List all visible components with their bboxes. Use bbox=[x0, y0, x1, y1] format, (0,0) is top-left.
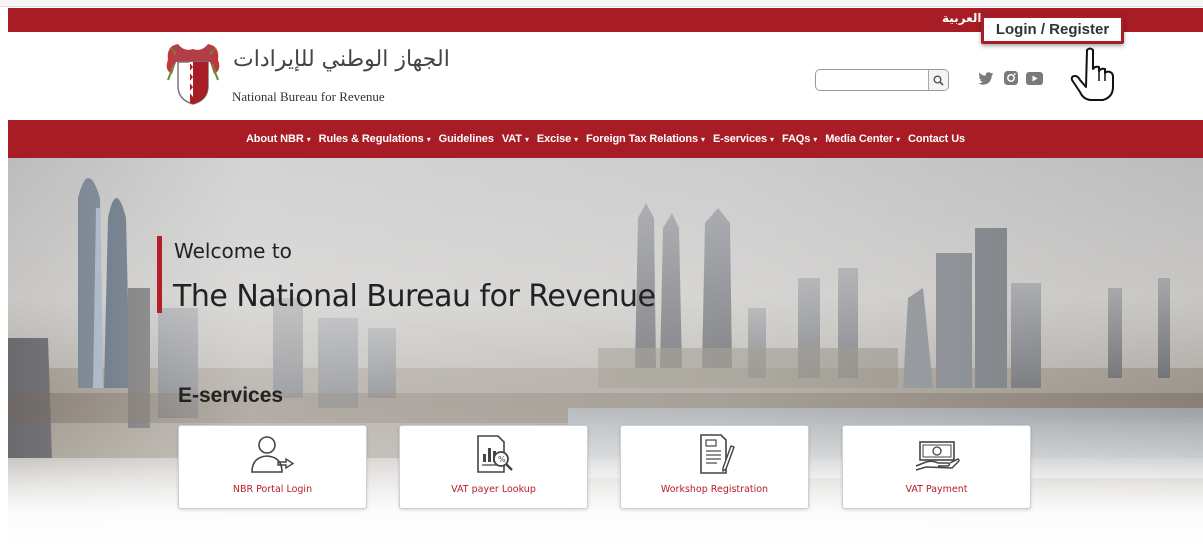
nav-item-label: Contact Us bbox=[908, 133, 966, 145]
document-edit-icon bbox=[699, 434, 735, 474]
card-label: Workshop Registration bbox=[660, 484, 769, 495]
nav-item-contact-us[interactable]: Contact Us bbox=[908, 133, 965, 145]
caret-down-icon: ▾ bbox=[426, 134, 431, 144]
welcome-subtitle: Welcome to bbox=[174, 239, 292, 263]
nav-item-label: Media Center bbox=[825, 133, 894, 145]
nav-item-foreign-tax-relations[interactable]: Foreign Tax Relations ▾ bbox=[586, 133, 705, 145]
nav-item-label: FAQs bbox=[781, 133, 811, 145]
nav-item-vat[interactable]: VAT ▾ bbox=[502, 133, 529, 145]
card-label: VAT Payment bbox=[905, 484, 968, 495]
nav-item-label: Excise bbox=[536, 133, 572, 145]
card-label: NBR Portal Login bbox=[232, 484, 313, 495]
nav-item-about-nbr[interactable]: About NBR ▾ bbox=[246, 133, 311, 145]
logo-arabic-text: الجهاز الوطني للإيرادات bbox=[233, 47, 451, 72]
eservice-card-vat-payer-lookup[interactable]: % VAT payer Lookup bbox=[399, 425, 588, 509]
user-login-icon bbox=[250, 436, 294, 473]
caret-down-icon: ▾ bbox=[896, 134, 900, 144]
nav-item-label: Guidelines bbox=[438, 133, 494, 145]
nav-item-label: VAT bbox=[501, 133, 522, 145]
login-register-button[interactable]: Login / Register bbox=[981, 15, 1124, 44]
nav-item-label: Rules & Regulations bbox=[318, 133, 424, 145]
search-box bbox=[815, 69, 949, 91]
nav-item-excise[interactable]: Excise ▾ bbox=[537, 133, 578, 145]
eservices-heading: E-services bbox=[178, 384, 284, 407]
nav-item-guidelines[interactable]: Guidelines bbox=[439, 133, 494, 145]
card-label: VAT payer Lookup bbox=[451, 484, 536, 495]
cash-payment-icon bbox=[915, 441, 960, 471]
site-header: الجهاز الوطني للإيرادات National Bureau … bbox=[8, 32, 1203, 120]
welcome-accent-bar bbox=[157, 236, 162, 313]
main-nav: About NBR ▾ Rules & Regulations ▾ Guidelin… bbox=[8, 120, 1203, 158]
caret-down-icon: ▾ bbox=[524, 134, 529, 144]
instagram-icon bbox=[1004, 71, 1018, 85]
nbr-logo-emblem-icon[interactable] bbox=[164, 40, 222, 113]
nav-item-media-center[interactable]: Media Center ▾ bbox=[825, 133, 900, 145]
nav-item-rules-regulations[interactable]: Rules & Regulations ▾ bbox=[319, 133, 431, 145]
welcome-title: The National Bureau for Revenue bbox=[173, 279, 656, 314]
youtube-icon bbox=[1025, 71, 1043, 85]
nav-item-faqs[interactable]: FAQs ▾ bbox=[782, 133, 817, 145]
twitter-icon bbox=[978, 71, 994, 85]
search-icon bbox=[933, 75, 944, 86]
caret-down-icon: ▾ bbox=[574, 134, 579, 144]
twitter-link[interactable] bbox=[977, 70, 995, 86]
nav-item-label: E-services bbox=[712, 133, 768, 145]
language-link[interactable]: العربية bbox=[942, 11, 982, 25]
search-input[interactable] bbox=[816, 70, 928, 90]
caret-down-icon: ▾ bbox=[770, 134, 774, 144]
nav-item-label: About NBR bbox=[245, 133, 304, 145]
eservice-card-workshop-registration[interactable]: Workshop Registration bbox=[620, 425, 809, 509]
caret-down-icon: ▾ bbox=[701, 134, 705, 144]
nav-item-label: Foreign Tax Relations bbox=[586, 133, 699, 145]
caret-down-icon: ▾ bbox=[813, 134, 818, 144]
eservice-card-nbr-portal-login[interactable]: NBR Portal Login bbox=[178, 425, 367, 509]
caret-down-icon: ▾ bbox=[306, 134, 311, 144]
hand-pointer-cursor-icon bbox=[1068, 47, 1118, 106]
youtube-link[interactable] bbox=[1025, 70, 1043, 86]
nav-item-e-services[interactable]: E-services ▾ bbox=[713, 133, 774, 145]
svg-text:%: % bbox=[498, 455, 506, 464]
browser-top-edge bbox=[0, 0, 1203, 7]
document-search-icon: % bbox=[476, 435, 513, 473]
logo-english-text: National Bureau for Revenue bbox=[232, 89, 385, 104]
search-button[interactable] bbox=[928, 70, 948, 90]
instagram-link[interactable] bbox=[1002, 70, 1020, 86]
hero-banner: Welcome to The National Bureau for Reven… bbox=[8, 158, 1203, 557]
eservice-card-vat-payment[interactable]: VAT Payment bbox=[842, 425, 1031, 509]
